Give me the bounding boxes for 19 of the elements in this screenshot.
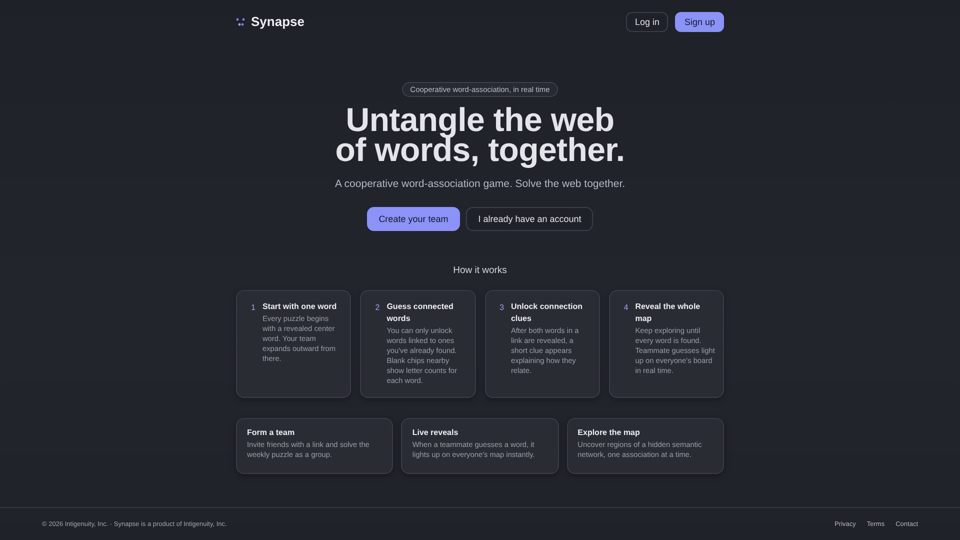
step-title: Guess connected words — [386, 301, 454, 325]
hero-subtitle: A cooperative word-association game. Solve the web together. — [334, 178, 626, 190]
logo-icon — [236, 18, 245, 26]
section-heading: How it works — [452, 265, 508, 276]
step-number: 1 — [251, 302, 256, 314]
step-title: Start with one word — [262, 301, 338, 313]
cta-button[interactable]: Create your team — [366, 207, 460, 231]
feature-title: Explore the map — [578, 428, 641, 437]
step-number: 4 — [624, 302, 628, 314]
step-number: 2 — [375, 302, 380, 314]
step-number: 3 — [500, 302, 504, 314]
nav-button[interactable]: Sign up — [675, 12, 724, 32]
feature-title: Live reveals — [412, 428, 460, 437]
brand-name[interactable]: Synapse — [251, 14, 304, 29]
feature-title: Form a team — [247, 428, 296, 437]
step-title: Unlock connection clues — [510, 301, 584, 325]
nav-button[interactable]: Log in — [626, 12, 668, 32]
cta-button[interactable]: I already have an account — [466, 207, 594, 231]
step-title: Reveal the whole map — [635, 301, 702, 325]
